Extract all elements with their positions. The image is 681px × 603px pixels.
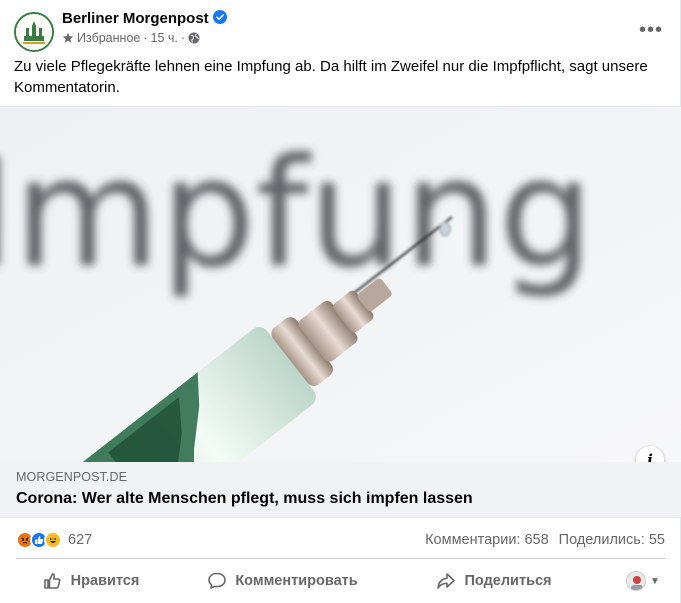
actions-divider (16, 558, 665, 559)
shares-count-link[interactable]: Поделились: 55 (559, 532, 665, 548)
link-domain: MORGENPOST.DE (16, 470, 128, 484)
haha-reaction-icon (44, 531, 62, 549)
share-label: Поделиться (464, 573, 552, 589)
post-actions: Нравится Комментировать Поделиться ▼ (16, 562, 665, 600)
post-meta: Избранное · 15 ч. · (62, 31, 200, 45)
reactions-summary[interactable]: 627 (16, 531, 92, 549)
more-options-icon: ••• (638, 19, 663, 41)
meta-separator: · (143, 31, 148, 45)
comments-count-link[interactable]: Комментарии: 658 (425, 532, 549, 548)
share-button[interactable]: Поделиться (409, 563, 579, 599)
thumbs-up-icon (43, 571, 63, 591)
like-button[interactable]: Нравится (16, 563, 166, 599)
more-options-button[interactable]: ••• (633, 12, 669, 48)
globe-icon[interactable] (188, 32, 200, 44)
verified-badge-icon (212, 10, 227, 24)
post-stats: 627 Комментарии: 658 Поделились: 55 (16, 528, 665, 552)
comment-bubble-icon (207, 571, 227, 591)
like-label: Нравится (70, 573, 140, 589)
post-text: Zu viele Pflegekräfte lehnen eine Impfun… (14, 58, 648, 96)
image-background-word: Impfung (0, 127, 594, 301)
caret-down-icon: ▼ (650, 575, 660, 587)
meta-separator: · (180, 31, 186, 45)
link-preview[interactable]: MORGENPOST.DE Corona: Wer alte Menschen … (0, 462, 681, 518)
share-arrow-icon (436, 571, 456, 591)
page-avatar[interactable] (14, 12, 54, 52)
user-avatar (626, 571, 647, 591)
comment-button[interactable]: Комментировать (180, 563, 385, 599)
audience-label[interactable]: Избранное (77, 31, 140, 45)
post-image[interactable]: Impfung (0, 106, 681, 462)
comment-label: Комментировать (235, 573, 358, 589)
post-header: Berliner Morgenpost Избранное · 15 ч. · … (14, 8, 669, 52)
reactions-count: 627 (68, 532, 93, 548)
reaction-audience-selector[interactable]: ▼ (621, 563, 665, 599)
post-card: Berliner Morgenpost Избранное · 15 ч. · … (0, 0, 681, 603)
link-title[interactable]: Corona: Wer alte Menschen pflegt, muss s… (16, 490, 473, 508)
post-time[interactable]: 15 ч. (151, 31, 178, 45)
page-name[interactable]: Berliner Morgenpost (62, 10, 227, 27)
star-icon (62, 32, 74, 44)
